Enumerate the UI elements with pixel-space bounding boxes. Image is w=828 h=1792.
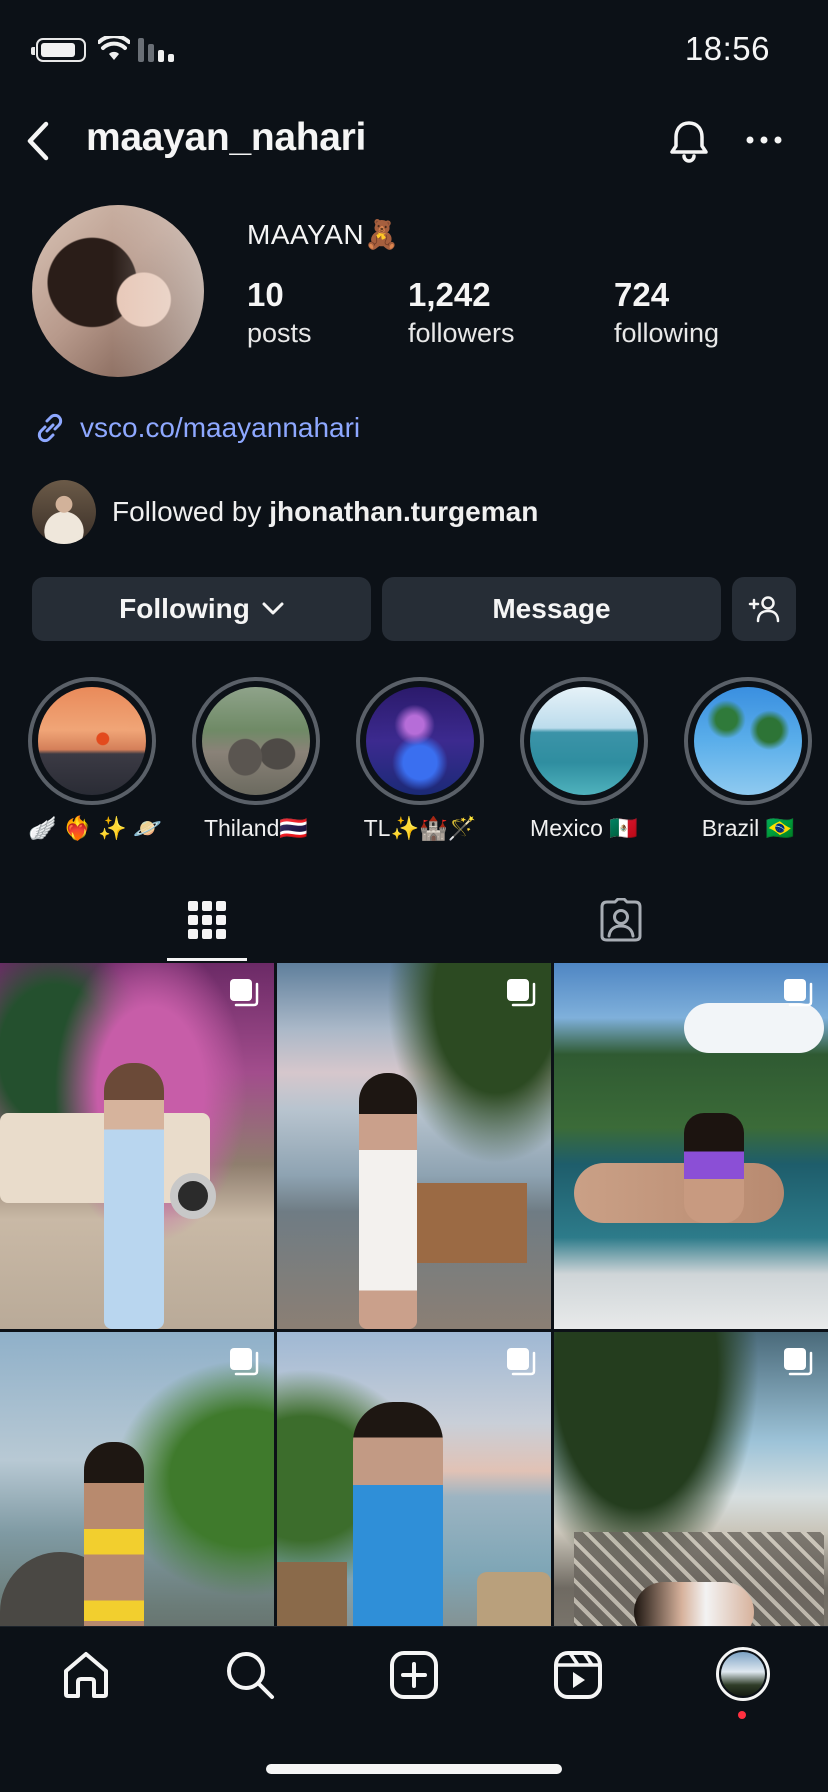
battery-icon (31, 38, 86, 62)
multiple-posts-icon (230, 979, 259, 1007)
home-icon[interactable] (60, 1649, 112, 1701)
add-user-button[interactable] (732, 577, 796, 641)
tab-tagged[interactable] (414, 877, 828, 963)
profile-tab-avatar[interactable] (716, 1647, 770, 1701)
multiple-posts-icon (507, 1348, 536, 1376)
profile-header: maayan_nahari (0, 100, 828, 180)
following-button-label: Following (119, 593, 250, 624)
search-icon[interactable] (224, 1649, 276, 1701)
post-tile[interactable] (0, 963, 274, 1329)
chevron-down-icon (262, 602, 284, 615)
post-tile[interactable] (554, 963, 828, 1329)
status-time: 18:56 (684, 30, 770, 67)
tab-posts-grid[interactable] (0, 877, 414, 963)
story-highlight[interactable]: TL✨🏰🪄 (356, 677, 484, 842)
username-title: maayan_nahari (86, 116, 367, 159)
stat-following-label: following (614, 318, 720, 348)
highlight-label: Brazil 🇧🇷 (701, 815, 795, 841)
highlight-cover (530, 687, 638, 795)
story-highlight[interactable]: Mexico 🇲🇽 (520, 677, 648, 842)
highlight-cover (38, 687, 146, 795)
notification-dot (738, 1711, 746, 1719)
stat-followers-label: followers (408, 318, 515, 348)
back-icon[interactable] (22, 120, 56, 162)
highlight-label: 🪽 ❤️‍🔥 ✨ 🪐 (28, 815, 162, 841)
reels-icon[interactable] (552, 1649, 604, 1701)
followed-by-text: Followed by jhonathan.turgeman (112, 496, 538, 528)
story-highlight[interactable]: Thiland🇹🇭 (192, 677, 320, 842)
post-tile[interactable] (554, 1332, 828, 1627)
profile-avatar[interactable] (32, 205, 204, 377)
story-highlight[interactable]: Brazil 🇧🇷 (684, 677, 812, 842)
highlight-cover (366, 687, 474, 795)
tagged-icon (600, 898, 642, 942)
message-button[interactable]: Message (382, 577, 721, 641)
add-user-icon (748, 596, 780, 623)
bio-link-text[interactable]: vsco.co/maayannahari (80, 412, 360, 444)
profile-tabs (0, 877, 828, 963)
highlight-label: Mexico 🇲🇽 (530, 815, 638, 841)
stat-posts-value: 10 (247, 276, 284, 313)
home-indicator (266, 1764, 562, 1774)
post-tile[interactable] (277, 963, 551, 1329)
stat-following-value: 724 (614, 276, 670, 313)
multiple-posts-icon (230, 1348, 259, 1376)
followed-by-user[interactable]: jhonathan.turgeman (269, 496, 538, 527)
followed-by[interactable]: Followed by jhonathan.turgeman (32, 480, 538, 544)
stat-followers-value: 1,242 (408, 276, 491, 313)
highlight-label: Thiland🇹🇭 (203, 815, 309, 841)
wifi-icon (98, 36, 130, 60)
signal-icon (138, 38, 174, 62)
highlight-cover (694, 687, 802, 795)
stat-posts[interactable]: 10 posts (247, 276, 312, 352)
status-bar: 18:56 (0, 0, 828, 100)
more-icon[interactable] (744, 130, 784, 150)
story-highlight[interactable]: 🪽 ❤️‍🔥 ✨ 🪐 (28, 677, 162, 842)
posts-grid (0, 963, 828, 1627)
multiple-posts-icon (784, 979, 813, 1007)
link-icon (37, 413, 63, 443)
display-name: MAAYAN🧸 (247, 219, 400, 250)
stat-following[interactable]: 724 following (614, 276, 719, 352)
multiple-posts-icon (507, 979, 536, 1007)
bottom-nav (0, 1626, 828, 1792)
create-icon[interactable] (388, 1649, 440, 1701)
following-button[interactable]: Following (32, 577, 371, 641)
bell-icon[interactable] (666, 118, 712, 164)
stat-posts-label: posts (247, 318, 312, 348)
active-tab-indicator (167, 958, 247, 961)
multiple-posts-icon (784, 1348, 813, 1376)
highlight-cover (202, 687, 310, 795)
message-button-label: Message (492, 593, 611, 624)
post-tile[interactable] (0, 1332, 274, 1627)
bio-link[interactable]: vsco.co/maayannahari (32, 408, 360, 448)
highlight-label: TL✨🏰🪄 (363, 815, 477, 841)
stat-followers[interactable]: 1,242 followers (408, 276, 515, 352)
followed-by-prefix: Followed by (112, 496, 270, 527)
follower-avatar[interactable] (32, 480, 96, 544)
grid-icon (188, 901, 226, 939)
post-tile[interactable] (277, 1332, 551, 1627)
